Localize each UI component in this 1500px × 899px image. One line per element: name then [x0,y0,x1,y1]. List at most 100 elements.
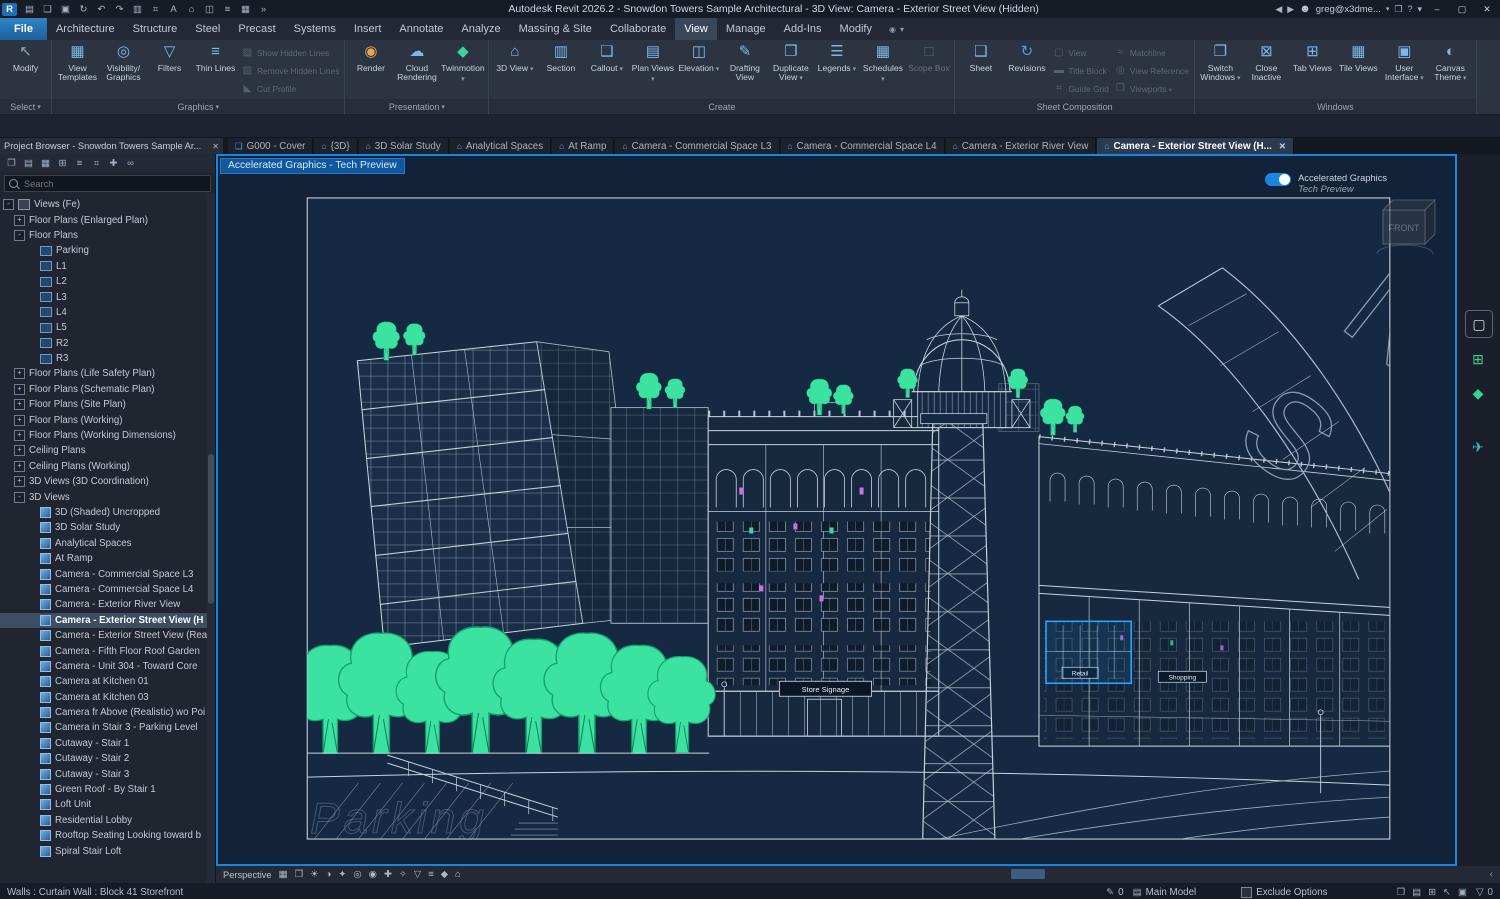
duplicate-view-button[interactable]: ❐Duplicate View ▾ [768,42,813,83]
select-links-icon[interactable]: ⊞ [1428,887,1436,898]
view-tab-at-ramp[interactable]: ⌂At Ramp [552,138,614,154]
tree-item-at-ramp[interactable]: +At Ramp [0,551,215,566]
search-box[interactable] [4,175,211,192]
view-tab-3d-solar-study[interactable]: ⌂3D Solar Study [359,138,449,154]
tree-item-camera-fr-above-realistic-wo-poi[interactable]: +Camera fr Above (Realistic) wo Poi [0,705,215,720]
tree-expander-icon[interactable]: + [14,430,25,441]
lattice-tower[interactable] [921,414,995,839]
ribbon-tab-modify[interactable]: Modify [831,18,881,40]
close-view-tab-icon[interactable]: ✕ [1279,141,1286,152]
back-icon[interactable]: ◀ [1275,4,1282,15]
viewcube-front-face[interactable]: FRONT [1389,223,1420,233]
send-feedback-icon[interactable]: ✈ [1465,434,1491,460]
selected-storefront[interactable] [1046,621,1131,683]
callout-button[interactable]: ❏Callout ▾ [584,42,629,74]
view-tab-camera-commercial-space-l4[interactable]: ⌂Camera - Commercial Space L4 [781,138,945,154]
sheets-icon[interactable]: ▤ [22,158,35,169]
view-button[interactable]: ▢View [1050,45,1111,62]
tree-item-3d-views-3d-coordination[interactable]: +3D Views (3D Coordination) [0,474,215,489]
exclude-options-toggle[interactable]: Exclude Options [1241,887,1327,898]
families-icon[interactable]: ⊞ [56,158,69,169]
list-icon[interactable]: ≡ [428,869,434,880]
cut-profile-button[interactable]: ◣Cut Profile [239,81,341,98]
ribbon-tab-architecture[interactable]: Architecture [47,18,124,40]
print-icon[interactable]: ▥ [129,2,146,17]
legends-button[interactable]: ☰Legends ▾ [814,42,859,74]
accelerated-graphics-toggle[interactable]: Accelerated Graphics Tech Preview [1265,173,1387,195]
tree-item-3d-views[interactable]: -3D Views [0,489,215,504]
modify-button[interactable]: ↖Modify [3,42,48,73]
3d-view-button[interactable]: ⌂3D View ▾ [492,42,537,74]
viewports-button[interactable]: ❒Viewports ▾ [1112,81,1191,98]
user-account-button[interactable]: greg@x3dme... [1316,4,1381,15]
tree-item-camera-at-kitchen-01[interactable]: +Camera at Kitchen 01 [0,674,215,689]
tile-views-button[interactable]: ▦Tile Views [1336,42,1381,73]
title-block-button[interactable]: ▬Title Block [1050,63,1111,80]
link-icon[interactable]: ∞ [124,158,137,169]
ribbon-tab-insert[interactable]: Insert [345,18,391,40]
center-brick-building[interactable]: Store Signage [708,403,939,737]
tree-item-parking[interactable]: +Parking [0,243,215,258]
ribbon-tab-massing-site[interactable]: Massing & Site [510,18,601,40]
tree-item-cutaway-stair-2[interactable]: +Cutaway - Stair 2 [0,751,215,766]
panel-label-create[interactable]: Create [489,99,954,114]
tree-item-floor-plans-working-dimensions[interactable]: +Floor Plans (Working Dimensions) [0,428,215,443]
tree-item-r2[interactable]: +R2 [0,336,215,351]
tree-item-rooftop-seating-looking-toward-b[interactable]: +Rooftop Seating Looking toward b [0,828,215,843]
tree-item-green-roof-by-stair-1[interactable]: +Green Roof - By Stair 1 [0,782,215,797]
tree-item-camera-exterior-river-view[interactable]: +Camera - Exterior River View [0,597,215,612]
sync-icon[interactable]: ↻ [75,2,92,17]
tree-item-camera-unit-304-toward-core[interactable]: +Camera - Unit 304 - Toward Core [0,659,215,674]
displacement-icon[interactable]: ◆ [441,869,448,880]
tree-item-camera-exterior-street-view-rea[interactable]: +Camera - Exterior Street View (Rea [0,628,215,643]
menu-icon[interactable]: ▤ [21,2,38,17]
tree-item-floor-plans-enlarged-plan[interactable]: +Floor Plans (Enlarged Plan) [0,212,215,227]
tree-item-l2[interactable]: +L2 [0,274,215,289]
shadows-icon[interactable]: ◑ [326,869,332,880]
thin-lines-icon[interactable]: ≡ [219,2,236,17]
measure-icon[interactable]: ⌗ [147,2,164,17]
left-glass-tower[interactable] [357,342,641,648]
schedules-icon[interactable]: ▦ [39,158,52,169]
view-tab-camera-exterior-river-view[interactable]: ⌂Camera - Exterior River View [946,138,1097,154]
search-input[interactable] [22,178,206,190]
default-3d-view-icon[interactable]: ⌂ [183,2,200,17]
tree-item-spiral-stair-loft[interactable]: +Spiral Stair Loft [0,843,215,858]
filter-status[interactable]: ▽ 0 [1476,887,1493,898]
close-button[interactable]: ✕ [1477,4,1497,15]
panel-label-windows[interactable]: Windows [1195,99,1476,114]
tree-expander-icon[interactable]: + [14,215,25,226]
tree-item-3d-shaded-uncropped[interactable]: +3D (Shaded) Uncropped [0,505,215,520]
tree-item-r3[interactable]: +R3 [0,351,215,366]
forward-icon[interactable]: ▶ [1287,4,1294,15]
tab-views-button[interactable]: ⊞Tab Views [1290,42,1335,73]
mid-building[interactable] [611,408,708,624]
sheet-button[interactable]: ❑Sheet [958,42,1003,73]
analytical-model-icon[interactable]: ✚ [384,869,392,880]
remove-hidden-lines-button[interactable]: ▧Remove Hidden Lines [239,63,341,80]
tree-item-loft-unit[interactable]: +Loft Unit [0,797,215,812]
view-scale-label[interactable]: Perspective [223,870,272,880]
project-browser-header[interactable]: Project Browser - Snowdon Towers Sample … [0,138,223,154]
open-icon[interactable]: ❏ [39,2,56,17]
user-caret-icon[interactable]: ▾ [1386,5,1390,13]
view-tab-analytical-spaces[interactable]: ⌂Analytical Spaces [450,138,551,154]
redo-icon[interactable]: ↷ [111,2,128,17]
tree-item-l1[interactable]: +L1 [0,259,215,274]
select-pins-icon[interactable]: ↖ [1443,887,1451,898]
tree-item-floor-plans-schematic-plan[interactable]: +Floor Plans (Schematic Plan) [0,382,215,397]
help-caret-icon[interactable]: ▾ [1417,4,1422,15]
worksharing-icon[interactable]: ❐ [1397,887,1406,898]
section-button[interactable]: ▥Section [538,42,583,73]
tree-scrollbar[interactable] [207,194,215,883]
ribbon-state-caret-icon[interactable]: ▾ [900,25,904,34]
scope-box-button[interactable]: □Scope Box [906,42,951,73]
render-button[interactable]: ◉Render [348,42,393,73]
model-box-icon[interactable]: ▢ [1465,310,1493,338]
undo-icon[interactable]: ↶ [93,2,110,17]
sync-status-icon[interactable]: ◉ [889,25,896,34]
file-tab[interactable]: File [0,18,47,40]
close-project-browser-icon[interactable]: ✕ [212,142,219,151]
schedules-button[interactable]: ▦Schedules ▾ [860,42,905,83]
tree-item-camera-exterior-street-view-h[interactable]: +Camera - Exterior Street View (H [0,613,215,628]
